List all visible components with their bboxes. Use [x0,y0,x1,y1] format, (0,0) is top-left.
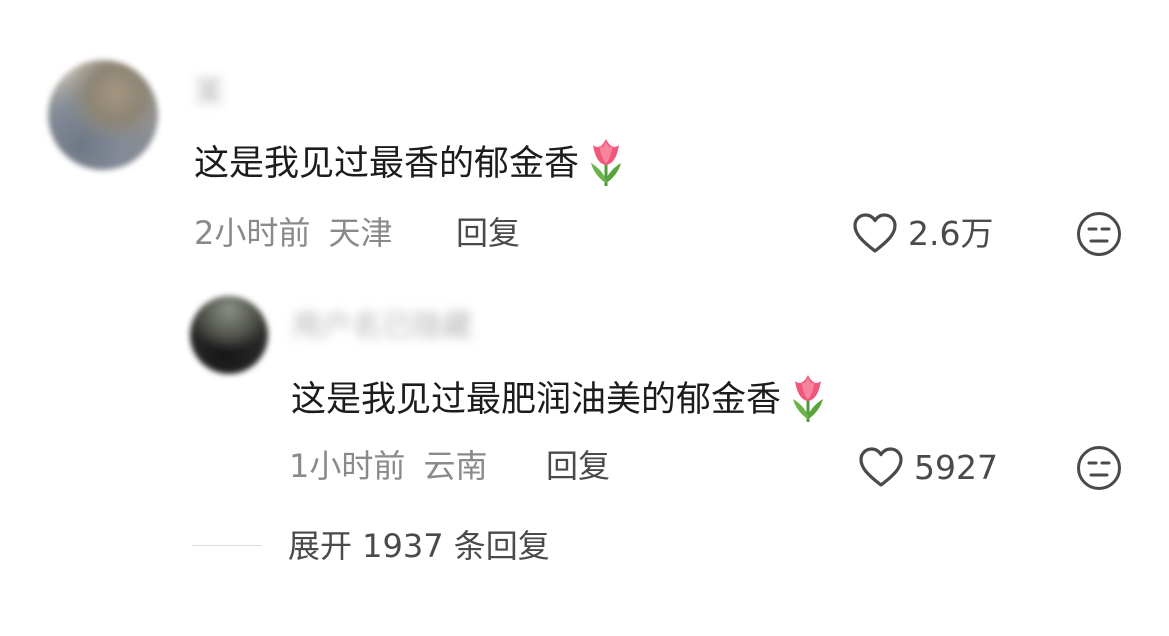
unamused-face-icon [1077,212,1121,256]
comment-location: 天津 [328,214,393,252]
reply-location: 云南 [423,447,488,485]
heart-outline-icon [853,213,897,253]
reply-dislike-button[interactable] [1076,445,1122,491]
avatar[interactable] [48,60,158,170]
reply-like-count: 5927 [914,447,998,487]
reply-time: 1小时前 [289,447,406,485]
comment-text-content: 这是我见过最香的郁金香 [194,144,580,184]
expand-replies-button[interactable]: 展开 1937 条回复 [288,530,550,562]
comment-text: 这是我见过最香的郁金香 [194,139,629,187]
unamused-face-icon [1077,446,1121,490]
reply-reply-button[interactable]: 回复 [546,450,610,482]
reply-username[interactable]: 用户名已隐藏 [292,312,472,342]
reply-text: 这是我见过最肥润油美的郁金香 [291,375,831,423]
reply-like-button[interactable]: 5927 [858,446,998,488]
comment-time: 2小时前 [194,214,311,252]
comment-meta: 2小时前 天津 [194,217,393,249]
reply-avatar[interactable] [190,296,268,374]
like-button[interactable]: 2.6万 [852,212,993,254]
heart-outline-icon [859,447,903,487]
dislike-button[interactable] [1076,211,1122,257]
tulip-emoji-icon [591,139,622,186]
comment-username[interactable]: 某 [194,78,224,108]
like-count: 2.6万 [908,213,994,253]
reply-meta: 1小时前 云南 [289,450,488,482]
reply-text-content: 这是我见过最肥润油美的郁金香 [291,380,782,420]
reply-button[interactable]: 回复 [456,217,520,249]
expand-divider [192,545,262,546]
tulip-emoji-icon [793,375,824,422]
